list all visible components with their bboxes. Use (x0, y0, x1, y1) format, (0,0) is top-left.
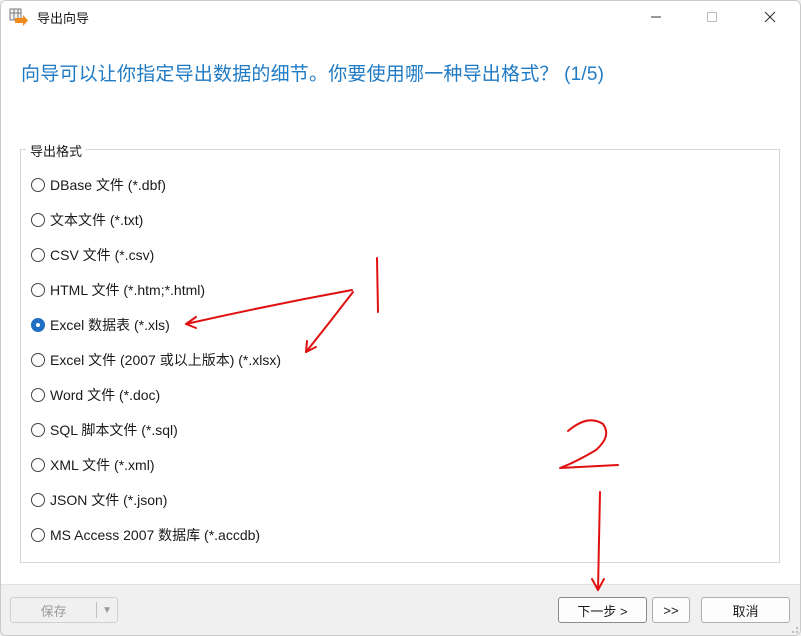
close-button[interactable] (747, 1, 793, 33)
radio-button-selected[interactable] (31, 318, 45, 332)
option-label: Excel 文件 (2007 或以上版本) (*.xlsx) (50, 352, 282, 368)
radio-button[interactable] (31, 353, 45, 367)
option-label: XML 文件 (*.xml) (50, 457, 155, 473)
option-label: MS Access 2007 数据库 (*.accdb) (50, 527, 261, 543)
chevron-down-icon: ▼ (102, 604, 113, 616)
export-wizard-window: 导出向导 向导可以让你指定导出数据的细节。你要使用哪一种导出格式？ (1/5) … (0, 0, 801, 636)
radio-button[interactable] (31, 388, 45, 402)
option-label: 文本文件 (*.txt) (50, 212, 144, 228)
save-split-button: 保存 ▼ (10, 597, 118, 623)
option-txt[interactable]: 文本文件 (*.txt) (31, 208, 281, 243)
close-icon (764, 11, 776, 23)
minimize-button[interactable] (633, 1, 679, 33)
window-title: 导出向导 (37, 11, 90, 26)
export-format-options: DBase 文件 (*.dbf) 文本文件 (*.txt) CSV 文件 (*.… (31, 173, 281, 558)
save-button: 保存 (40, 603, 67, 619)
option-label: HTML 文件 (*.htm;*.html) (50, 282, 206, 298)
cancel-button[interactable]: 取消 (701, 597, 790, 623)
option-accdb[interactable]: MS Access 2007 数据库 (*.accdb) (31, 523, 281, 558)
radio-button[interactable] (31, 178, 45, 192)
wizard-heading: 向导可以让你指定导出数据的细节。你要使用哪一种导出格式？ (1/5) (21, 64, 605, 85)
radio-button[interactable] (31, 493, 45, 507)
option-xlsx[interactable]: Excel 文件 (2007 或以上版本) (*.xlsx) (31, 348, 281, 383)
radio-button[interactable] (31, 458, 45, 472)
option-label: Word 文件 (*.doc) (50, 387, 161, 403)
next-button[interactable]: 下一步 > (558, 597, 647, 623)
option-xml[interactable]: XML 文件 (*.xml) (31, 453, 281, 488)
option-label: SQL 脚本文件 (*.sql) (50, 422, 178, 438)
radio-button[interactable] (31, 213, 45, 227)
option-label: DBase 文件 (*.dbf) (50, 177, 166, 193)
skip-to-end-button[interactable]: >> (652, 597, 690, 623)
option-html[interactable]: HTML 文件 (*.htm;*.html) (31, 278, 281, 313)
option-json[interactable]: JSON 文件 (*.json) (31, 488, 281, 523)
export-app-icon (9, 8, 28, 26)
radio-button[interactable] (31, 248, 45, 262)
option-csv[interactable]: CSV 文件 (*.csv) (31, 243, 281, 278)
maximize-icon (707, 12, 717, 22)
radio-button[interactable] (31, 283, 45, 297)
title-bar: 导出向导 (1, 1, 800, 33)
option-doc[interactable]: Word 文件 (*.doc) (31, 383, 281, 418)
export-format-legend: 导出格式 (26, 141, 87, 160)
option-label: Excel 数据表 (*.xls) (50, 317, 170, 333)
wizard-footer: 保存 ▼ 下一步 > >> 取消 (1, 584, 800, 635)
option-dbf[interactable]: DBase 文件 (*.dbf) (31, 173, 281, 208)
minimize-icon (651, 16, 661, 18)
resize-grip-icon[interactable] (788, 623, 800, 635)
maximize-button[interactable] (689, 1, 735, 33)
option-sql[interactable]: SQL 脚本文件 (*.sql) (31, 418, 281, 453)
radio-button[interactable] (31, 528, 45, 542)
radio-button[interactable] (31, 423, 45, 437)
option-label: JSON 文件 (*.json) (50, 492, 168, 508)
option-xls[interactable]: Excel 数据表 (*.xls) (31, 313, 281, 348)
option-label: CSV 文件 (*.csv) (50, 247, 155, 263)
